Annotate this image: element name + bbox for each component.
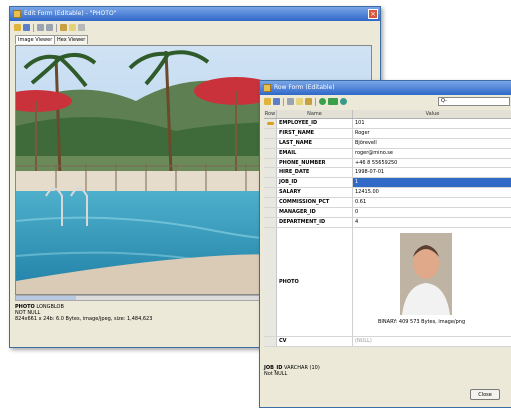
zoom-icon[interactable] (78, 24, 85, 31)
tab-image-viewer[interactable]: Image Viewer (15, 35, 56, 44)
info-field-type: LONGBLOB (36, 304, 64, 310)
field-name: FIRST_NAME (277, 128, 353, 138)
photo-cell[interactable]: BINARY: 409 573 Bytes, image/png (353, 228, 511, 336)
app-icon (263, 84, 271, 92)
status-nullable: Not NULL (264, 371, 288, 377)
photo-toolbar (10, 21, 380, 34)
copy-icon[interactable] (287, 98, 294, 105)
table-row[interactable]: DEPARTMENT_ID 4 (264, 217, 511, 228)
field-value[interactable]: 12415.00 (353, 188, 511, 197)
field-name: EMPLOYEE_ID (277, 119, 353, 128)
field-value[interactable]: 1998-07-01 (353, 168, 511, 177)
table-row[interactable]: COMMISSION_PCT 0.61 (264, 198, 511, 209)
col-header-value[interactable]: Value (353, 110, 511, 118)
status-field-type: VARCHAR (10) (284, 365, 320, 371)
field-name: LAST_NAME (277, 138, 353, 148)
save-icon[interactable] (23, 24, 30, 31)
field-value[interactable]: +46 8 55659250 (353, 159, 511, 168)
table-row[interactable]: SALARY 12415.00 (264, 188, 511, 199)
field-name: EMAIL (277, 148, 353, 158)
table-row[interactable]: PHONE_NUMBER +46 8 55659250 (264, 158, 511, 169)
field-status: JOB_ID VARCHAR (10) Not NULL (264, 365, 320, 377)
save-icon[interactable] (273, 98, 280, 105)
field-value[interactable]: 1 (353, 178, 511, 188)
photo-window-title: Edit Form (Editable) - "PHOTO" (24, 10, 117, 17)
field-value[interactable]: roger@mino.se (353, 149, 511, 158)
form-window-title: Row Form (Editable) (274, 84, 335, 91)
add-icon[interactable] (319, 98, 326, 105)
app-icon (13, 10, 21, 18)
row-form-window: Row Form (Editable) Q- Row Name Value EM… (259, 80, 511, 408)
grid-header: Row Name Value (264, 110, 511, 119)
table-row[interactable]: JOB_ID 1 (264, 178, 511, 189)
table-row[interactable]: MANAGER_ID 0 (264, 208, 511, 218)
key-icon (267, 122, 274, 125)
field-value[interactable]: 0 (353, 208, 511, 217)
field-value[interactable]: 4 (353, 218, 511, 227)
tab-hex-viewer[interactable]: Hex Viewer (54, 35, 89, 44)
refresh-icon[interactable] (340, 98, 347, 105)
copy-icon[interactable] (37, 24, 44, 31)
scrollbar-thumb[interactable] (16, 296, 76, 300)
table-row[interactable]: LAST_NAME Björevell (264, 138, 511, 149)
close-button[interactable]: Close (470, 389, 500, 400)
field-name: HIRE_DATE (277, 168, 353, 178)
table-row[interactable]: HIRE_DATE 1998-07-01 (264, 168, 511, 179)
field-name: PHOTO (277, 227, 353, 336)
grid-rows: EMPLOYEE_ID 101 FIRST_NAME Roger LAST_NAME Bj… (264, 119, 511, 228)
field-value[interactable]: 0.61 (353, 198, 511, 207)
info-details: 824x661 x 24b: 6.0 Bytes, image/jpeg, si… (15, 316, 153, 322)
field-name: SALARY (277, 188, 353, 198)
open-icon[interactable] (264, 98, 271, 105)
table-row-cv[interactable]: CV (NULL) (264, 336, 511, 347)
field-name: PHONE_NUMBER (277, 158, 353, 168)
field-value[interactable]: (NULL) (353, 337, 511, 346)
arrow-right-icon[interactable] (328, 98, 338, 105)
field-name: MANAGER_ID (277, 208, 353, 217)
paste-icon[interactable] (46, 24, 53, 31)
photo-caption: BINARY: 409 573 Bytes, image/png (378, 318, 466, 325)
col-header-row[interactable]: Row (264, 110, 277, 118)
field-name: COMMISSION_PCT (277, 198, 353, 208)
field-name: DEPARTMENT_ID (277, 217, 353, 227)
search-input[interactable]: Q- (438, 97, 510, 106)
close-icon[interactable]: × (368, 9, 378, 19)
field-value[interactable]: 101 (353, 119, 511, 128)
page-icon[interactable] (69, 24, 76, 31)
open-icon[interactable] (14, 24, 21, 31)
table-row-photo[interactable]: PHOTO BINARY: 409 573 Bytes, image/png (264, 227, 511, 337)
form-window-titlebar[interactable]: Row Form (Editable) (260, 81, 511, 95)
edit-icon[interactable] (60, 24, 67, 31)
table-row[interactable]: FIRST_NAME Roger (264, 128, 511, 139)
field-value[interactable]: Björevell (353, 139, 511, 148)
form-grid: Row Name Value EMPLOYEE_ID 101 FIRST_NAME R… (264, 110, 511, 347)
employee-photo (400, 232, 452, 315)
photo-info: PHOTO LONGBLOB NOT NULL 824x661 x 24b: 6… (15, 304, 152, 322)
page-icon[interactable] (296, 98, 303, 105)
viewer-tabs: Image Viewer Hex Viewer (10, 34, 380, 44)
field-name: JOB_ID (277, 178, 353, 188)
photo-window-titlebar[interactable]: Edit Form (Editable) - "PHOTO" × (10, 7, 380, 21)
table-row[interactable]: EMAIL roger@mino.se (264, 148, 511, 159)
field-name: CV (277, 336, 353, 346)
edit-icon[interactable] (305, 98, 312, 105)
col-header-name[interactable]: Name (277, 110, 353, 118)
field-value[interactable]: Roger (353, 129, 511, 138)
table-row[interactable]: EMPLOYEE_ID 101 (264, 119, 511, 129)
